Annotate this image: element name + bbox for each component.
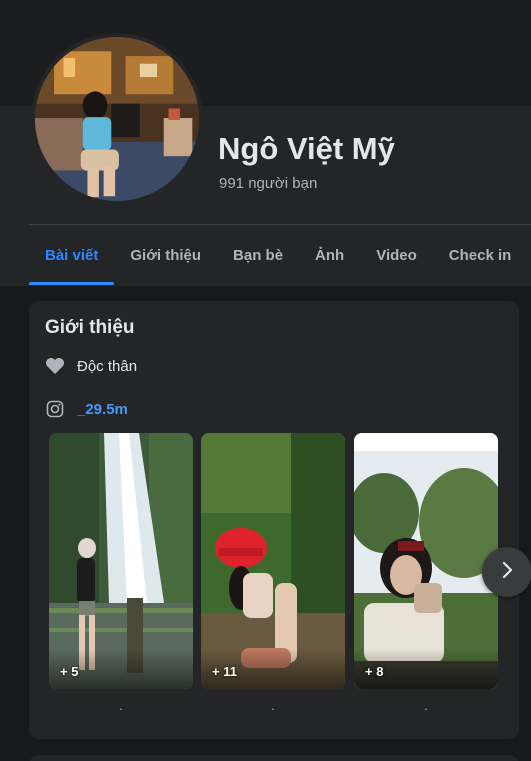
avatar-photo-icon [35,37,199,201]
featured-item[interactable]: + 5 [49,433,193,689]
instagram-icon [45,399,65,419]
profile-avatar[interactable] [31,33,203,205]
intro-title: Giới thiệu [45,317,135,338]
photo-count: + 8 [365,664,384,679]
instagram-link[interactable]: _29.5m [77,401,128,418]
photo-caption: . [424,698,428,713]
photo-caption: . [271,698,275,713]
featured-item[interactable]: + 8 [354,433,498,689]
tab-check-in[interactable]: Check in [433,225,528,285]
next-button[interactable] [482,547,531,597]
relationship-row: Độc thân [45,356,137,376]
tab-posts[interactable]: Bài viết [29,225,115,285]
tab-about[interactable]: Giới thiệu [114,225,217,285]
relationship-status: Độc thân [77,357,138,375]
friend-count[interactable]: 991 người bạn [219,175,317,192]
featured-item[interactable]: + 11 [201,433,345,689]
profile-name: Ngô Việt Mỹ [218,131,395,166]
chevron-right-icon [500,561,514,584]
tab-photos[interactable]: Ảnh [299,225,360,285]
photo-caption: . [119,698,123,713]
photo-count: + 5 [60,664,79,679]
profile-tabs: Bài viết Giới thiệu Bạn bè Ảnh Video Che… [29,225,531,285]
tab-friends[interactable]: Bạn bè [217,225,299,285]
heart-icon [45,356,65,376]
tab-more[interactable]: X [527,225,531,285]
intro-card: Giới thiệu Độc thân _29.5m + 5 + 11 + 8 … [29,301,519,739]
next-card [29,755,519,761]
instagram-row: _29.5m [45,399,128,419]
photo-count: + 11 [212,664,237,679]
tab-videos[interactable]: Video [360,225,433,285]
